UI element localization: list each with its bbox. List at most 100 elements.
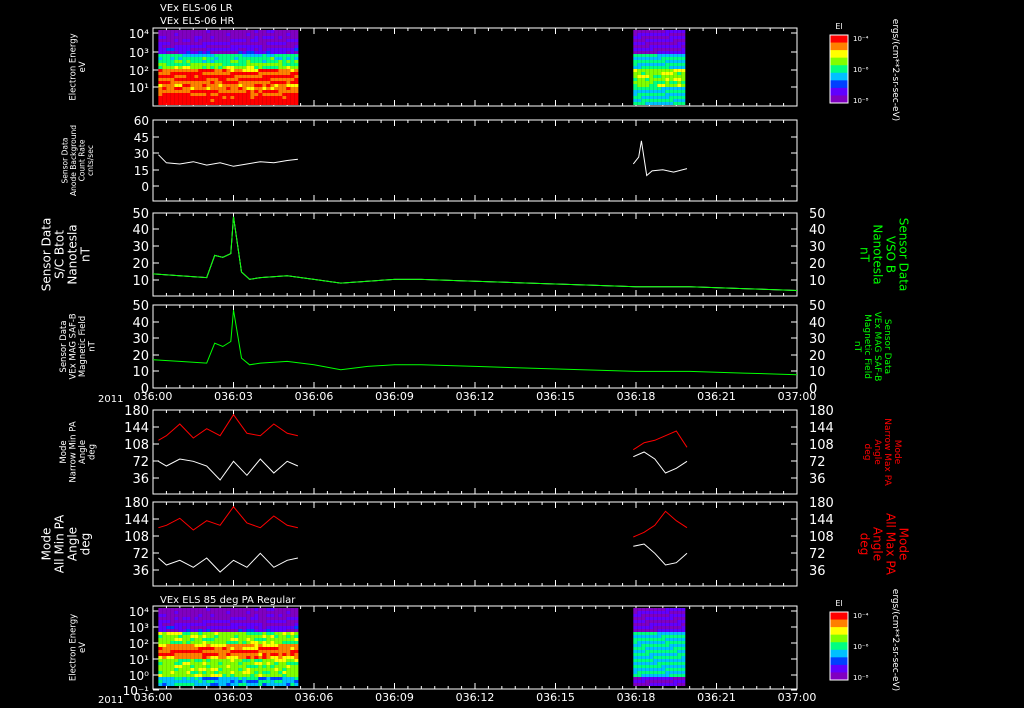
spectrogram-cell	[246, 647, 251, 650]
spectrogram-cell	[641, 632, 646, 635]
spectrogram-cell	[182, 641, 187, 644]
spectrogram-cell	[266, 42, 271, 45]
x-tick-label: 036:09	[375, 390, 414, 403]
spectrogram-cell	[238, 647, 243, 650]
spectrogram-cell	[278, 665, 283, 668]
spectrogram-cell	[178, 629, 183, 632]
right-axis-label-p4: Sensor DataVEx MAG SAF-BMagnetic FieldnT	[852, 312, 892, 382]
spectrogram-cell	[178, 677, 183, 680]
spectrogram-cell	[270, 102, 275, 105]
spectrogram-cell	[198, 674, 203, 677]
spectrogram-cell	[226, 72, 231, 75]
spectrogram-cell	[641, 671, 646, 674]
spectrogram-cell	[242, 674, 247, 677]
spectrogram-cell	[250, 39, 255, 42]
spectrogram-cell	[673, 656, 678, 659]
spectrogram-cell	[262, 638, 267, 641]
spectrogram-cell	[637, 641, 642, 644]
spectrogram-cell	[677, 650, 682, 653]
spectrogram-cell	[294, 671, 299, 674]
spectrogram-cell	[278, 84, 283, 87]
spectrogram-cell	[649, 42, 654, 45]
spectrogram-cell	[665, 617, 670, 620]
spectrogram-cell	[294, 608, 299, 611]
y-axis-label-line: Electron Energy	[68, 33, 78, 100]
spectrogram-cell	[294, 69, 299, 72]
spectrogram-cell	[645, 617, 650, 620]
spectrogram-cell	[661, 72, 666, 75]
spectrogram-cell	[178, 33, 183, 36]
spectrogram-cell	[681, 608, 686, 611]
spectrogram-cell	[637, 677, 642, 680]
spectrogram-cell	[665, 30, 670, 33]
spectrogram-cell	[178, 48, 183, 51]
spectrogram-cell	[202, 72, 207, 75]
spectrogram-cell	[174, 641, 179, 644]
spectrogram-cell	[294, 30, 299, 33]
spectrogram-cell	[246, 102, 251, 105]
spectrogram-cell	[178, 102, 183, 105]
y-axis-label-line: eV	[78, 642, 88, 653]
spectrogram-cell	[282, 102, 287, 105]
spectrogram-cell	[665, 623, 670, 626]
spectrogram-cell	[206, 632, 211, 635]
spectrogram-cell	[669, 84, 674, 87]
spectrogram-cell	[206, 30, 211, 33]
spectrogram-cell	[178, 662, 183, 665]
spectrogram-cell	[190, 638, 195, 641]
spectrogram-cell	[158, 87, 163, 90]
spectrogram-cell	[214, 650, 219, 653]
spectrogram-cell	[294, 683, 299, 686]
spectrogram-cell	[250, 635, 255, 638]
spectrogram-cell	[238, 614, 243, 617]
spectrogram-cell	[258, 671, 263, 674]
spectrogram-cell	[206, 72, 211, 75]
spectrogram-cell	[669, 677, 674, 680]
spectrogram-cell	[673, 75, 678, 78]
spectrogram-cell	[226, 81, 231, 84]
spectrogram-cell	[637, 87, 642, 90]
spectrogram-cell	[645, 78, 650, 81]
spectrogram-cell	[633, 620, 638, 623]
y-tick-label: 30	[134, 147, 149, 161]
spectrogram-cell	[274, 662, 279, 665]
spectrogram-cell	[290, 33, 295, 36]
spectrogram-cell	[278, 69, 283, 72]
spectrogram-cell	[242, 626, 247, 629]
spectrogram-cell	[649, 671, 654, 674]
spectrogram-cell	[278, 644, 283, 647]
spectrogram-cell	[653, 614, 658, 617]
spectrogram-cell	[246, 36, 251, 39]
spectrogram-cell	[230, 66, 235, 69]
y-axis-label-line: cnts/sec	[86, 145, 95, 176]
panel-frame-p6	[152, 501, 798, 587]
spectrogram-cell	[210, 608, 215, 611]
spectrogram-cell	[222, 674, 227, 677]
spectrogram-cell	[214, 102, 219, 105]
spectrogram-cell	[242, 635, 247, 638]
spectrogram-cell	[681, 626, 686, 629]
spectrogram-cell	[170, 57, 175, 60]
spectrogram-cell	[290, 87, 295, 90]
spectrogram-cell	[262, 683, 267, 686]
spectrogram-cell	[669, 81, 674, 84]
spectrogram-cell	[290, 638, 295, 641]
spectrogram-cell	[158, 30, 163, 33]
spectrogram-cell	[282, 51, 287, 54]
spectrogram-cell	[669, 90, 674, 93]
spectrogram-cell	[653, 99, 658, 102]
spectrogram-cell	[206, 48, 211, 51]
spectrogram-cell	[226, 54, 231, 57]
spectrogram-cell	[677, 632, 682, 635]
spectrogram-cell	[641, 42, 646, 45]
spectrogram-cell	[214, 608, 219, 611]
spectrogram-cell	[218, 665, 223, 668]
spectrogram-cell	[254, 48, 259, 51]
spectrogram-cell	[645, 75, 650, 78]
spectrogram-cell	[250, 42, 255, 45]
spectrogram-cell	[170, 629, 175, 632]
spectrogram-cell	[274, 632, 279, 635]
spectrogram-cell	[266, 102, 271, 105]
spectrogram-cell	[230, 620, 235, 623]
spectrogram-cell	[286, 87, 291, 90]
